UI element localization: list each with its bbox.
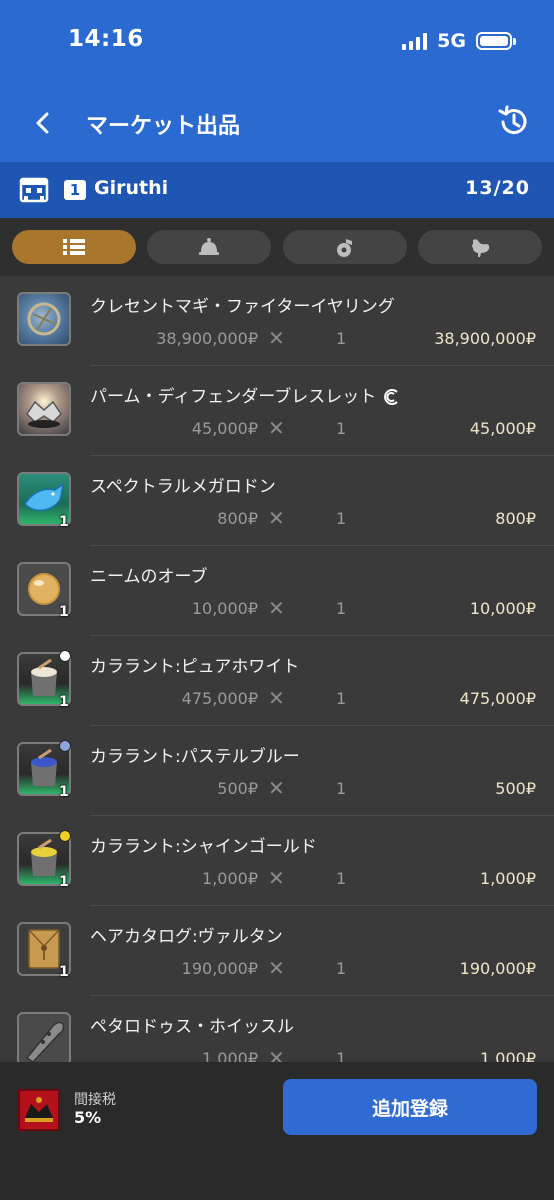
item-unit-price: 800₽ [217,509,258,528]
listing-count: 13/20 [465,177,530,199]
item-unit-price: 475,000₽ [181,689,258,708]
item-unit-price: 190,000₽ [181,959,258,978]
header-bar [0,0,554,162]
history-icon[interactable] [496,104,532,140]
item-unit-price: 10,000₽ [191,599,258,618]
high-quality-icon [384,389,398,405]
dye-color-dot [59,650,71,662]
item-quantity: 1 [336,599,347,618]
dye-color-dot [59,830,71,842]
network-label: 5G [437,30,466,52]
tax-value: 5% [74,1108,102,1127]
stack-count-badge: 1 [59,604,69,620]
tax-emblem-icon [18,1089,60,1131]
add-listing-button[interactable]: 追加登録 [283,1079,537,1135]
item-quantity: 1 [336,689,347,708]
whistle-icon [17,1012,71,1062]
tax-label: 間接税 [74,1092,116,1108]
item-unit-price: 45,000₽ [191,419,258,438]
item-name: ニームのオーブ [90,567,208,587]
status-indicators: 5G [402,30,516,52]
retainer-number-badge: 1 [64,180,86,200]
item-name: カララント:パステルブルー [90,747,300,767]
tab-bell[interactable] [147,230,271,264]
tab-music[interactable] [283,230,407,264]
item-name: カララント:シャインゴールド [90,837,317,857]
stack-count-badge: 1 [59,784,69,800]
item-total: 475,000₽ [459,689,536,708]
stack-count-badge: 1 [59,514,69,530]
item-quantity: 1 [336,1049,347,1062]
chocobo-icon [472,239,490,257]
stack-count-badge: 1 [59,694,69,710]
item-name: クレセントマギ・ファイターイヤリング [90,297,395,317]
item-quantity: 1 [336,779,347,798]
item-total: 38,900,000₽ [434,329,536,348]
times-icon: ✕ [268,416,285,440]
list-item[interactable]: 1 ヘアカタログ:ヴァルタン 190,000₽ ✕ 1 190,000₽ [0,906,554,996]
tab-chocobo[interactable] [418,230,542,264]
times-icon: ✕ [268,1046,285,1062]
item-total: 45,000₽ [469,419,536,438]
bracelet-icon [17,382,71,436]
item-unit-price: 1,000₽ [202,1049,258,1062]
stack-count-badge: 1 [59,874,69,890]
list-item[interactable]: 1 カララント:パステルブルー 500₽ ✕ 1 500₽ [0,726,554,816]
battery-icon [476,32,516,50]
retainer-icon [19,177,49,203]
item-total: 800₽ [495,509,536,528]
list-icon [63,239,85,255]
signal-icon [402,32,428,50]
times-icon: ✕ [268,506,285,530]
back-button[interactable] [28,106,58,140]
list-item[interactable]: 1 カララント:ピュアホワイト 475,000₽ ✕ 1 475,000₽ [0,636,554,726]
status-time: 14:16 [68,26,144,52]
item-name: スペクトラルメガロドン [90,477,276,497]
item-unit-price: 38,900,000₽ [156,329,258,348]
item-quantity: 1 [336,509,347,528]
tab-list[interactable] [12,230,136,264]
list-item[interactable]: 1 カララント:シャインゴールド 1,000₽ ✕ 1 1,000₽ [0,816,554,906]
item-total: 500₽ [495,779,536,798]
listing-list: クレセントマギ・ファイターイヤリング 38,900,000₽ ✕ 1 38,90… [0,276,554,1062]
item-total: 190,000₽ [459,959,536,978]
item-total: 1,000₽ [480,1049,536,1062]
list-item[interactable]: 1 スペクトラルメガロドン 800₽ ✕ 1 800₽ [0,456,554,546]
times-icon: ✕ [268,956,285,980]
item-total: 1,000₽ [480,869,536,888]
item-name: カララント:ピュアホワイト [90,657,300,677]
times-icon: ✕ [268,326,285,350]
list-item[interactable]: パーム・ディフェンダーブレスレット 45,000₽ ✕ 1 45,000₽ [0,366,554,456]
times-icon: ✕ [268,776,285,800]
item-quantity: 1 [336,329,347,348]
item-name: ペタロドゥス・ホイッスル [90,1017,294,1037]
page-title: マーケット出品 [86,114,241,139]
item-quantity: 1 [336,419,347,438]
times-icon: ✕ [268,596,285,620]
times-icon: ✕ [268,866,285,890]
item-quantity: 1 [336,959,347,978]
item-name: ヘアカタログ:ヴァルタン [90,927,283,947]
times-icon: ✕ [268,686,285,710]
item-name: パーム・ディフェンダーブレスレット [90,382,400,407]
item-total: 10,000₽ [469,599,536,618]
retainer-name: Giruthi [94,177,169,199]
item-unit-price: 500₽ [217,779,258,798]
stack-count-badge: 1 [59,964,69,980]
dye-color-dot [59,740,71,752]
list-item[interactable]: ペタロドゥス・ホイッスル 1,000₽ ✕ 1 1,000₽ [0,996,554,1062]
item-quantity: 1 [336,869,347,888]
item-name-text: パーム・ディフェンダーブレスレット [90,387,377,407]
earring-icon [17,292,71,346]
bell-icon [199,238,219,255]
item-unit-price: 1,000₽ [202,869,258,888]
music-note-icon [337,239,352,257]
list-item[interactable]: 1 ニームのオーブ 10,000₽ ✕ 1 10,000₽ [0,546,554,636]
list-item[interactable]: クレセントマギ・ファイターイヤリング 38,900,000₽ ✕ 1 38,90… [0,276,554,366]
